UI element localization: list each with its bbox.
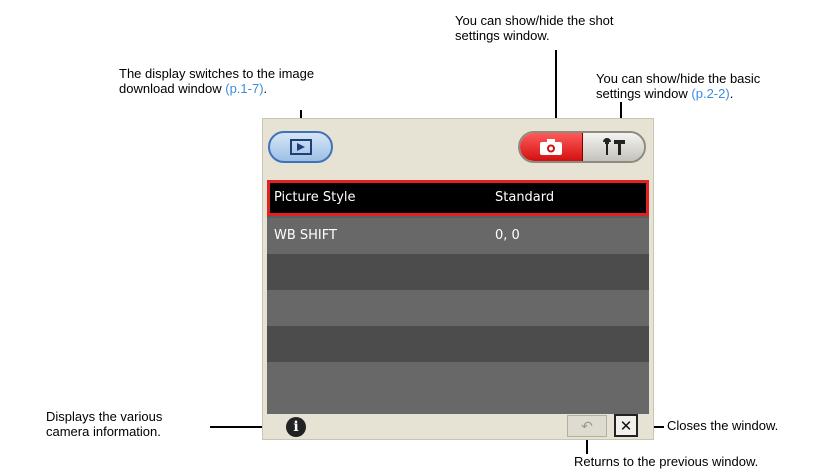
list-row-wb-shift[interactable]: WB SHIFT 0, 0 xyxy=(267,218,649,254)
list-row-empty xyxy=(267,254,649,290)
camera-icon xyxy=(540,139,562,155)
close-button[interactable]: ✕ xyxy=(614,414,638,437)
window-toggle-group xyxy=(518,131,646,163)
callout-shot-line2: settings window. xyxy=(455,28,550,43)
list-row-empty xyxy=(267,326,649,362)
info-icon: i xyxy=(293,419,299,435)
callout-basic-ref: (p.2-2) xyxy=(691,86,730,101)
callout-info-line2: camera information. xyxy=(46,424,161,439)
row-value: Standard xyxy=(495,190,555,205)
callout-close: Closes the window. xyxy=(667,418,779,433)
row-label: Picture Style xyxy=(274,190,356,205)
tools-icon xyxy=(602,138,625,155)
settings-list: Picture Style Standard WB SHIFT 0, 0 xyxy=(267,180,649,414)
list-row-empty xyxy=(267,290,649,326)
play-icon xyxy=(296,143,305,151)
callout-basic: You can show/hide the basic settings win… xyxy=(596,71,836,101)
row-label: WB SHIFT xyxy=(274,228,337,243)
callout-download-end: . xyxy=(263,81,268,96)
back-icon: ↶ xyxy=(581,417,593,434)
back-button[interactable]: ↶ xyxy=(567,415,607,437)
basic-settings-button[interactable] xyxy=(583,133,644,161)
callout-basic-line2: settings window xyxy=(596,86,688,101)
callout-info: Displays the various camera information. xyxy=(46,409,206,439)
callout-download-text: The display switches to the image downlo… xyxy=(119,66,315,96)
callout-download-ref: (p.1-7) xyxy=(225,81,264,96)
shot-settings-button[interactable] xyxy=(520,133,583,161)
callout-back: Returns to the previous window. xyxy=(574,454,759,469)
callout-shot-line1: You can show/hide the shot xyxy=(455,13,614,28)
callout-basic-end: . xyxy=(729,86,734,101)
callout-basic-line1: You can show/hide the basic xyxy=(596,71,761,86)
list-row-picture-style[interactable]: Picture Style Standard xyxy=(267,180,649,216)
callout-shot: You can show/hide the shot settings wind… xyxy=(455,13,695,43)
close-icon: ✕ xyxy=(619,416,633,435)
camera-info-button[interactable]: i xyxy=(286,417,306,437)
row-value: 0, 0 xyxy=(495,228,520,243)
callout-info-line1: Displays the various xyxy=(46,409,163,424)
list-row-empty xyxy=(267,362,649,414)
image-download-icon xyxy=(289,139,312,155)
image-download-button[interactable] xyxy=(268,131,333,163)
callout-download: The display switches to the image downlo… xyxy=(119,66,339,96)
callout-basic-line2-wrap: settings window (p.2-2). xyxy=(596,86,836,101)
